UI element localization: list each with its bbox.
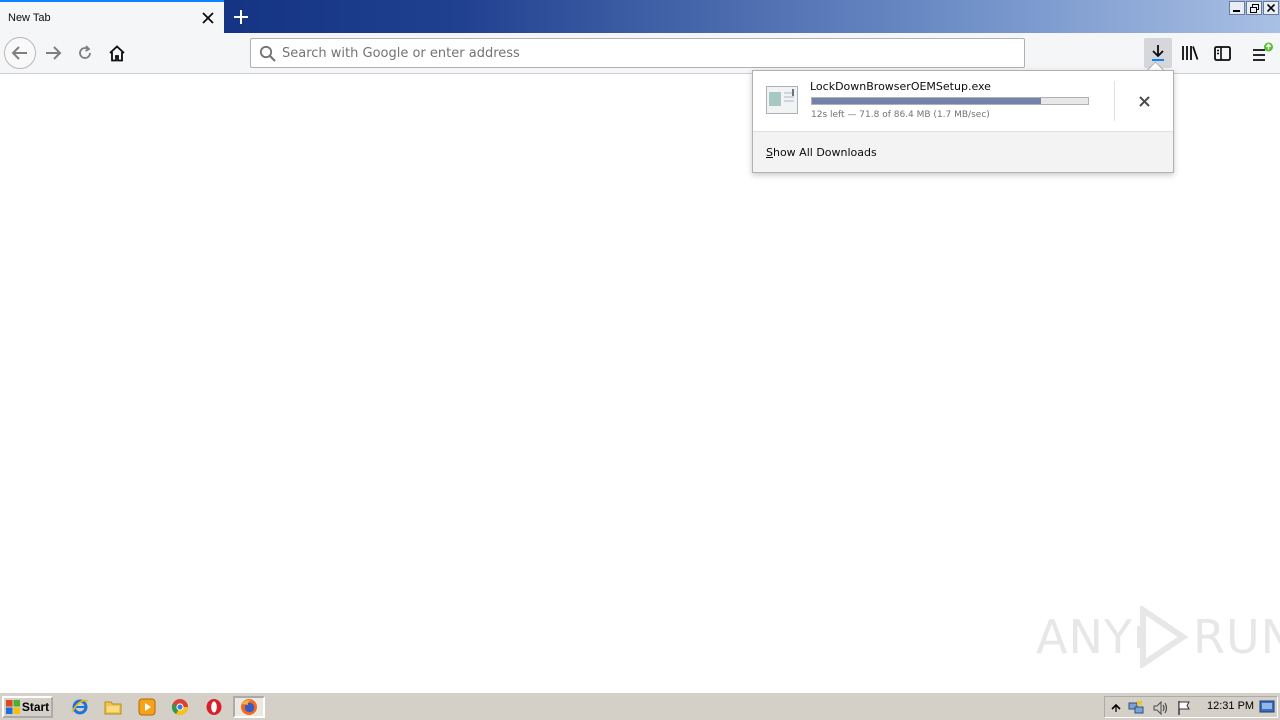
home-button[interactable] xyxy=(101,37,133,69)
show-all-downloads-label: Show All Downloads xyxy=(766,145,877,159)
address-input[interactable] xyxy=(282,45,1024,61)
download-icon xyxy=(1152,45,1164,61)
library-button[interactable] xyxy=(1176,38,1204,68)
window-controls xyxy=(1229,1,1279,15)
volume-icon[interactable] xyxy=(1152,700,1168,716)
restore-button[interactable] xyxy=(1246,1,1262,15)
show-desktop-icon[interactable] xyxy=(1259,699,1275,715)
downloads-panel: LockDownBrowserOEMSetup.exe 12s left — 7… xyxy=(752,70,1174,173)
cancel-download-button[interactable] xyxy=(1128,89,1160,113)
search-icon xyxy=(259,45,276,62)
tab-new-tab[interactable]: New Tab xyxy=(0,0,224,33)
media-player-icon[interactable] xyxy=(136,697,158,717)
anyrun-watermark: ANY RUN xyxy=(1036,606,1280,668)
download-item[interactable]: LockDownBrowserOEMSetup.exe 12s left — 7… xyxy=(753,71,1173,131)
taskbar: Start 12:31 PM xyxy=(0,692,1280,720)
opera-icon[interactable] xyxy=(203,697,225,717)
chrome-icon[interactable] xyxy=(169,697,191,717)
close-tab-icon[interactable] xyxy=(197,7,219,29)
back-arrow-icon xyxy=(11,46,27,60)
new-tab-button[interactable] xyxy=(228,4,254,30)
plus-icon xyxy=(234,10,248,24)
address-bar[interactable] xyxy=(250,38,1025,68)
watermark-text-left: ANY xyxy=(1036,610,1133,664)
download-filename: LockDownBrowserOEMSetup.exe xyxy=(810,80,991,93)
close-icon xyxy=(1138,95,1150,107)
title-bar: New Tab xyxy=(0,0,1280,33)
minimize-button[interactable] xyxy=(1229,1,1245,15)
navigation-toolbar xyxy=(0,33,1280,74)
divider xyxy=(1114,81,1115,121)
firefox-icon[interactable] xyxy=(233,696,265,718)
action-center-flag-icon[interactable] xyxy=(1176,700,1192,716)
watermark-text-right: RUN xyxy=(1192,610,1280,664)
clock[interactable]: 12:31 PM xyxy=(1207,700,1254,712)
close-window-button[interactable] xyxy=(1263,1,1279,15)
forward-button[interactable] xyxy=(37,37,69,69)
show-hidden-icons-icon[interactable] xyxy=(1108,700,1124,716)
show-all-downloads-button[interactable]: Show All Downloads xyxy=(753,131,1173,172)
windows-logo-icon xyxy=(5,700,20,714)
network-icon[interactable] xyxy=(1128,700,1144,716)
home-icon xyxy=(109,44,125,61)
file-icon xyxy=(766,86,798,114)
sidebar-button[interactable] xyxy=(1208,38,1236,68)
tab-title: New Tab xyxy=(8,11,51,24)
file-explorer-icon[interactable] xyxy=(102,697,124,717)
forward-arrow-icon xyxy=(46,46,62,60)
play-logo-icon xyxy=(1136,606,1189,668)
hamburger-menu-icon xyxy=(1253,42,1273,61)
download-progress-fill xyxy=(812,98,1042,104)
internet-explorer-icon[interactable] xyxy=(69,697,91,717)
reload-button[interactable] xyxy=(69,37,101,69)
back-button[interactable] xyxy=(4,37,36,69)
menu-button[interactable] xyxy=(1248,38,1276,68)
sidebar-icon xyxy=(1213,45,1231,61)
download-progress-bar xyxy=(811,97,1089,105)
download-status: 12s left — 71.8 of 86.4 MB (1.7 MB/sec) xyxy=(811,110,990,120)
start-button[interactable]: Start xyxy=(2,696,53,718)
system-tray: 12:31 PM xyxy=(1104,696,1278,718)
reload-icon xyxy=(79,45,91,59)
library-icon xyxy=(1182,46,1199,60)
start-label: Start xyxy=(21,700,50,714)
